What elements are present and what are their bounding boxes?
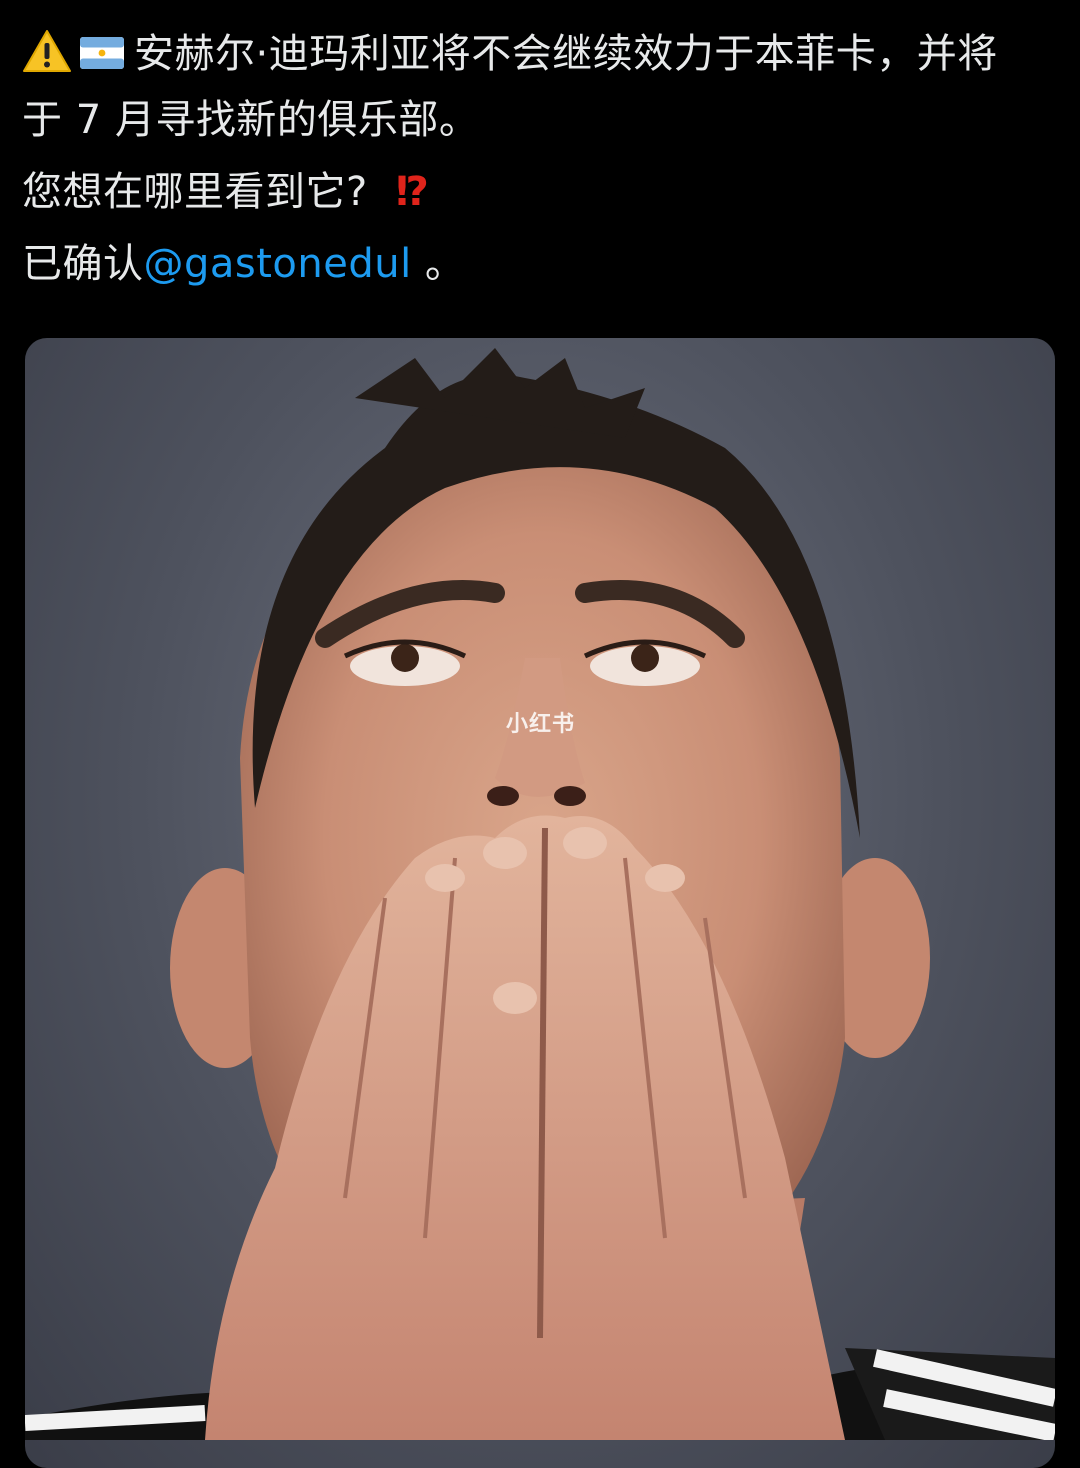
tweet-line-2: 于 7 月寻找新的俱乐部。 (22, 97, 480, 143)
question-text: 您想在哪里看到它? (22, 169, 368, 215)
tweet-photo[interactable] (25, 338, 1055, 1468)
interrobang-icon: ⁉ (395, 169, 429, 215)
tweet-line-1-text: 安赫尔·迪玛利亚将不会继续效力于本菲卡，并将 (134, 31, 998, 77)
mention-link[interactable]: @gastonedul (144, 241, 412, 287)
argentina-flag-icon (80, 26, 124, 86)
tweet-confirmed: 已确认@gastonedul 。 (22, 234, 1062, 294)
tweet-text: 安赫尔·迪玛利亚将不会继续效力于本菲卡，并将 于 7 月寻找新的俱乐部。 您想在… (22, 24, 1062, 306)
confirmed-suffix: 。 (411, 241, 466, 287)
warning-icon (22, 29, 72, 90)
tweet-line-1: 安赫尔·迪玛利亚将不会继续效力于本菲卡，并将 (22, 24, 1062, 90)
player-photo-illustration (25, 348, 1055, 1440)
confirmed-prefix: 已确认 (22, 241, 144, 287)
tweet-question: 您想在哪里看到它? ⁉ (22, 162, 1062, 222)
xiaohongshu-watermark: 小红书 (506, 712, 576, 737)
